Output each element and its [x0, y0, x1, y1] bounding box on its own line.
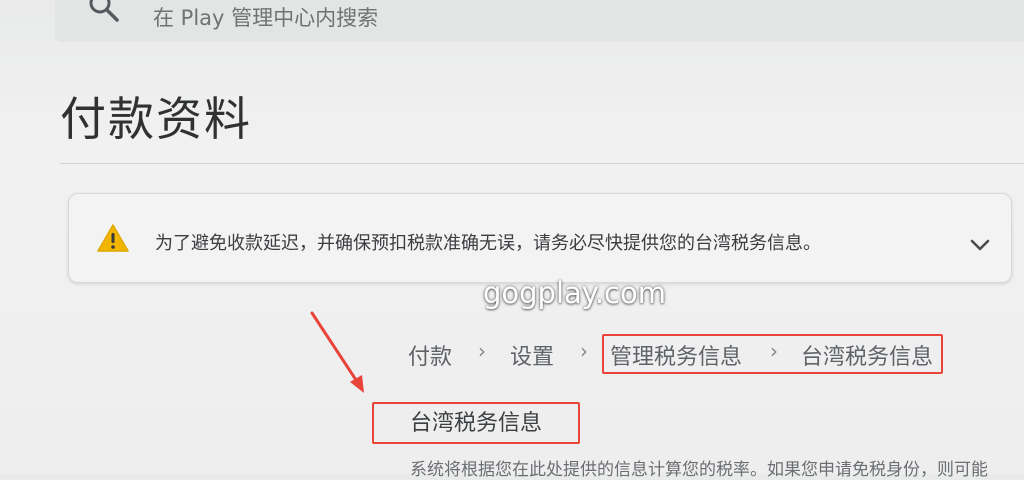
warning-message: 为了避免收款延迟，并确保预扣税款准确无误，请务必尽快提供您的台湾税务信息。 [155, 233, 821, 254]
chevron-down-icon[interactable] [969, 238, 991, 252]
search-input[interactable]: 在 Play 管理中心内搜索 [153, 2, 378, 32]
breadcrumb-separator: › [478, 339, 486, 363]
breadcrumb: 付款 › 设置 › 管理税务信息 › 台湾税务信息 [408, 334, 968, 374]
page-title: 付款资料 [60, 92, 252, 146]
warning-banner: 为了避免收款延迟，并确保预扣税款准确无误，请务必尽快提供您的台湾税务信息。 [68, 193, 1012, 283]
annotation-arrow [310, 311, 364, 393]
breadcrumb-item-payments[interactable]: 付款 [408, 339, 452, 371]
breadcrumb-item-settings[interactable]: 设置 [510, 339, 554, 371]
breadcrumb-separator: › [580, 339, 588, 363]
section-description: 系统将根据您在此处提供的信息计算您的税率。如果您申请免税身份，则可能 [410, 460, 988, 480]
warning-triangle-icon [97, 224, 129, 252]
divider [60, 163, 1024, 164]
search-icon[interactable] [87, 0, 121, 24]
search-bar[interactable]: 在 Play 管理中心内搜索 [55, 0, 1024, 42]
breadcrumb-highlight-box [602, 334, 943, 374]
heading-highlight-box [372, 402, 580, 444]
watermark: gogplay.com [483, 276, 666, 310]
